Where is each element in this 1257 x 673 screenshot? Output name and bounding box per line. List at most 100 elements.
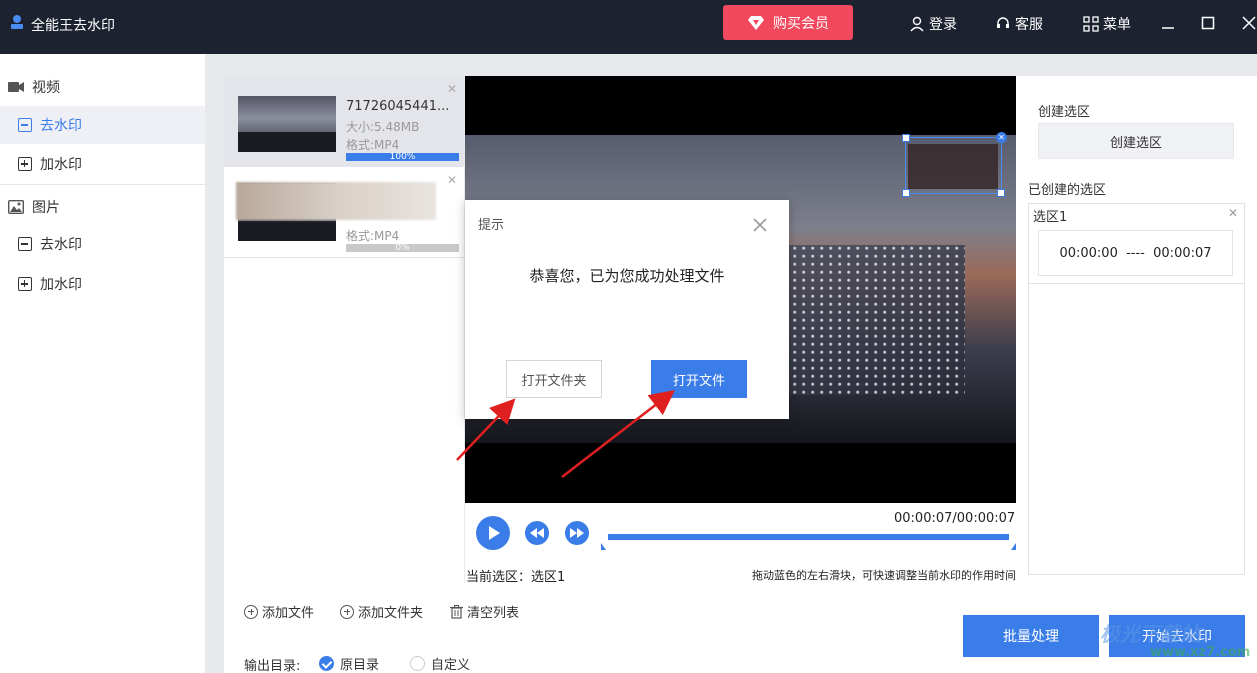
sidebar-item-video-add-watermark[interactable]: 加水印 (0, 145, 205, 183)
sidebar-item-video-remove-watermark[interactable]: 去水印 (0, 106, 205, 144)
remove-file-button[interactable]: ✕ (447, 82, 457, 96)
sidebar-group-image: 图片 (8, 197, 60, 217)
fast-forward-button[interactable] (565, 521, 589, 545)
remove-file-button[interactable]: ✕ (447, 173, 457, 187)
timeline-start-handle[interactable] (601, 543, 606, 550)
add-file-button[interactable]: 添加文件 (244, 602, 314, 621)
timeline-track[interactable] (608, 534, 1009, 540)
selection-name: 选区1 (1033, 210, 1068, 225)
minus-square-icon (18, 237, 32, 251)
sidebar-divider (0, 184, 205, 185)
file-item[interactable]: 格式:MP4 0% ✕ (224, 167, 464, 258)
buy-vip-label: 购买会员 (773, 15, 829, 32)
open-folder-button[interactable]: 打开文件夹 (506, 360, 602, 398)
sidebar-item-image-remove-watermark[interactable]: 去水印 (0, 225, 205, 263)
file-progress-bar: 100% (346, 152, 459, 162)
sidebar-item-image-add-watermark[interactable]: 加水印 (0, 265, 205, 303)
play-button[interactable] (476, 516, 510, 550)
selection-fill (908, 144, 998, 189)
selection-panel: 创建选区 创建选区 已创建的选区 选区1 ✕ 00:00:00 ---- 00:… (1016, 76, 1257, 583)
login-button[interactable]: 登录 (909, 14, 957, 34)
rewind-button[interactable] (525, 521, 549, 545)
add-folder-button[interactable]: 添加文件夹 (340, 602, 423, 621)
resize-handle[interactable] (902, 134, 910, 142)
created-selections-title: 已创建的选区 (1028, 183, 1107, 198)
video-content (765, 245, 965, 395)
file-thumbnail (238, 96, 336, 152)
success-dialog: 提示 恭喜您，已为您成功处理文件 打开文件夹 打开文件 (465, 200, 789, 419)
create-selection-title: 创建选区 (1038, 105, 1091, 120)
menu-label: 菜单 (1103, 17, 1131, 33)
rewind-icon (530, 528, 544, 538)
resize-handle[interactable] (997, 189, 1005, 197)
region-end-time: 00:00:07 (1153, 245, 1212, 261)
sidebar: 视频 去水印 加水印 图片 去水印 加水印 (0, 54, 205, 673)
region-start-time: 00:00:00 (1059, 245, 1118, 261)
close-window-button[interactable] (1240, 14, 1257, 32)
time-display: 00:00:07/00:00:07 (894, 511, 1015, 526)
radio-original-label: 原目录 (340, 658, 380, 673)
maximize-button[interactable] (1199, 14, 1217, 32)
file-progress-text: 100% (389, 152, 416, 162)
sidebar-group-video-label: 视频 (32, 80, 60, 96)
radio-checked-icon (319, 656, 334, 671)
divider (1029, 283, 1244, 284)
open-file-button[interactable]: 打开文件 (651, 360, 747, 398)
trash-icon (450, 604, 463, 619)
sidebar-group-video: 视频 (8, 77, 60, 97)
selection-time-range[interactable]: 00:00:00 ---- 00:00:07 (1038, 230, 1233, 276)
user-icon (910, 16, 924, 32)
radio-unchecked-icon (410, 656, 425, 671)
total-time: 00:00:07 (956, 511, 1016, 526)
file-name: 71726045441... (346, 99, 450, 114)
customer-service-label: 客服 (1015, 17, 1043, 33)
headset-icon (997, 17, 1009, 28)
timeline-hint: 拖动蓝色的左右滑块，可快速调整当前水印的作用时间 (752, 569, 1016, 582)
add-file-label: 添加文件 (262, 606, 315, 621)
file-progress-bar: 0% (346, 243, 459, 253)
plus-square-icon (18, 157, 32, 171)
delete-selection-button[interactable]: ✕ (996, 132, 1007, 143)
file-list: 71726045441... 大小:5.48MB 格式:MP4 100% ✕ 格… (224, 76, 464, 583)
maximize-icon (1201, 16, 1215, 30)
sidebar-item-label: 去水印 (40, 237, 82, 253)
site-watermark: 极光下载站 (1100, 622, 1200, 646)
minimize-icon (1162, 27, 1174, 29)
create-selection-button[interactable]: 创建选区 (1038, 123, 1234, 159)
clear-list-label: 清空列表 (467, 606, 520, 621)
image-icon (8, 200, 24, 214)
app-logo-icon (11, 15, 23, 29)
delete-region-button[interactable]: ✕ (1228, 206, 1238, 220)
minus-square-icon (18, 118, 32, 132)
batch-process-button[interactable]: 批量处理 (963, 615, 1099, 657)
fast-forward-icon (570, 528, 584, 538)
add-folder-label: 添加文件夹 (358, 606, 424, 621)
buy-vip-button[interactable]: 购买会员 (723, 5, 853, 40)
radio-custom-dir[interactable]: 自定义 (410, 654, 470, 673)
resize-handle[interactable] (902, 189, 910, 197)
radio-original-dir[interactable]: 原目录 (319, 654, 379, 673)
watermark-selection-box[interactable]: ✕ (902, 132, 1007, 197)
grid-icon (1083, 16, 1099, 32)
close-icon (1242, 16, 1256, 30)
minimize-button[interactable] (1159, 14, 1177, 32)
file-item[interactable]: 71726045441... 大小:5.48MB 格式:MP4 100% ✕ (224, 76, 464, 167)
add-circle-icon (340, 604, 354, 619)
plus-square-icon (18, 277, 32, 291)
selection-list: 选区1 ✕ 00:00:00 ---- 00:00:07 (1028, 203, 1245, 575)
player-controls: 00:00:07/00:00:07 当前选区：选区1 拖动蓝色的左右滑块，可快速… (465, 503, 1016, 585)
app-title: 全能王去水印 (31, 18, 115, 34)
file-size: 大小:5.48MB (346, 120, 420, 134)
close-icon[interactable] (752, 217, 768, 233)
site-watermark-url: www.xz7.com (1150, 645, 1251, 660)
customer-service-button[interactable]: 客服 (995, 14, 1043, 34)
menu-button[interactable]: 菜单 (1083, 14, 1131, 34)
video-camera-icon (8, 82, 24, 92)
radio-custom-label: 自定义 (431, 658, 471, 673)
current-time: 00:00:07 (894, 511, 953, 526)
blurred-area (236, 182, 436, 220)
dialog-message: 恭喜您，已为您成功处理文件 (529, 267, 725, 285)
sidebar-item-label: 去水印 (40, 118, 82, 134)
add-circle-icon (244, 604, 258, 619)
clear-list-button[interactable]: 清空列表 (450, 602, 519, 621)
